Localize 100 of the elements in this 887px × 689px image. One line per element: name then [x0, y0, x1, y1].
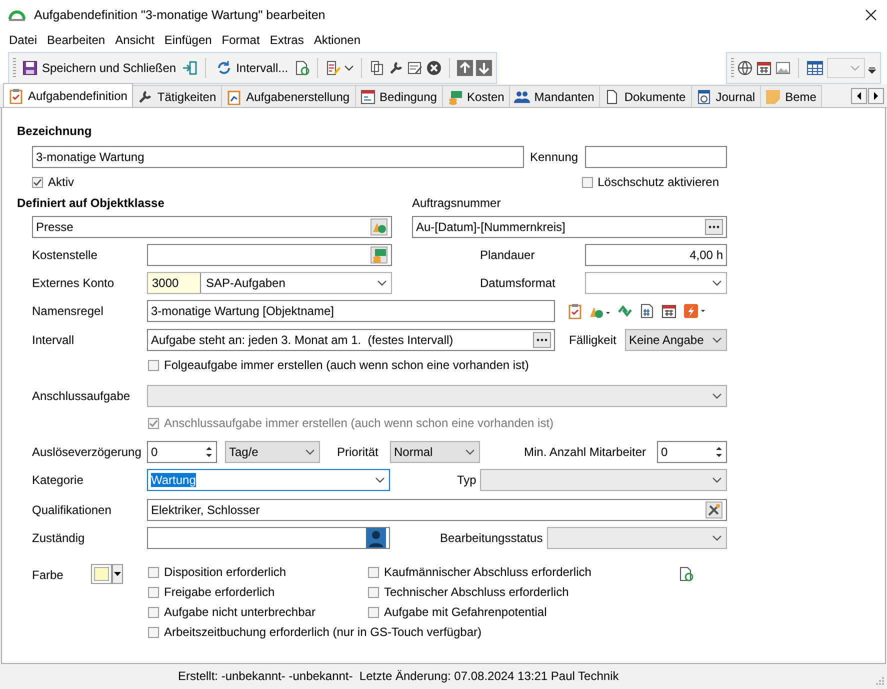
globe-icon[interactable]	[737, 60, 753, 76]
option-checkbox[interactable]: Disposition erforderlich	[148, 562, 368, 582]
close-icon[interactable]	[863, 7, 879, 23]
field-label: Bearbeitungsstatus	[440, 531, 544, 545]
image-icon[interactable]	[775, 60, 791, 76]
responsible-field[interactable]	[147, 527, 390, 549]
field-label: Datumsformat	[480, 276, 556, 290]
option-checkbox[interactable]: Aufgabe nicht unterbrechbar	[148, 602, 368, 622]
tab[interactable]: Aufgabendefinition	[3, 83, 134, 107]
clipboard-check-icon	[8, 88, 24, 104]
option-checkbox[interactable]: Technischer Abschluss erforderlich	[368, 582, 668, 602]
window-title: Aufgabendefinition "3-monatige Wartung" bearbeiten	[34, 8, 326, 22]
field-label: Intervall	[32, 333, 76, 347]
tab[interactable]: Bedingung	[354, 85, 443, 107]
cancel-icon[interactable]	[426, 60, 442, 76]
field-label: Farbe	[32, 568, 64, 584]
spin-arrows-icon[interactable]	[205, 446, 213, 458]
interval-button[interactable]: Intervall...	[213, 56, 292, 80]
lightning-icon[interactable]	[683, 303, 705, 319]
field-label: Kostenstelle	[32, 248, 98, 262]
numbered-document-icon[interactable]	[639, 303, 655, 319]
wrench-icon[interactable]	[388, 60, 404, 76]
delete-protection-checkbox[interactable]: Löschschutz aktivieren	[582, 175, 719, 189]
recycle-arrows-icon[interactable]	[617, 303, 633, 319]
field-label: Zuständig	[32, 531, 86, 545]
tab[interactable]: Dokumente	[599, 85, 692, 107]
category-dropdown[interactable]: Wartung	[147, 469, 390, 491]
field-label: Kategorie	[32, 473, 84, 487]
menu-item[interactable]: Datei	[4, 33, 42, 47]
document-refresh-icon[interactable]	[294, 60, 310, 76]
check-mark-icon	[149, 418, 158, 428]
menu-item[interactable]: Bearbeiten	[42, 33, 110, 47]
option-checkbox[interactable]: Arbeitszeitbuchung erforderlich (nur in GS-Touch verfügbar)	[148, 622, 668, 642]
priority-dropdown[interactable]: Normal	[390, 441, 480, 463]
naming-rule-field[interactable]: 3-monatige Wartung [Objektname]	[147, 300, 555, 322]
check-mark-icon	[33, 178, 42, 186]
spin-arrows-icon[interactable]	[715, 446, 723, 458]
planned-duration-field[interactable]: 4,00 h	[585, 244, 727, 266]
resize-grip-icon[interactable]	[874, 675, 885, 686]
clipboard-check-icon[interactable]	[567, 303, 583, 319]
menu-item[interactable]: Extras	[264, 33, 309, 47]
money-icon[interactable]	[370, 246, 388, 264]
caret-icon	[114, 572, 121, 576]
field-label: Priorität	[337, 445, 380, 459]
interval-field[interactable]: Aufgabe steht an: jeden 3. Monat am 1. (festes Intervall)	[147, 329, 555, 351]
tab[interactable]: Kosten	[442, 85, 510, 107]
document-refresh-icon[interactable]	[678, 566, 694, 582]
shapes-icon[interactable]	[370, 218, 388, 236]
id-field[interactable]	[585, 146, 727, 168]
object-class-field[interactable]: Presse	[32, 216, 392, 238]
clipboard-chart-icon	[226, 88, 242, 104]
field-label: Typ	[457, 473, 478, 487]
tab[interactable]: Journal	[690, 85, 762, 107]
option-checkbox[interactable]: Aufgabe mit Gefahrenpotential	[368, 602, 668, 622]
external-account-dropdown[interactable]: 3000 SAP-Aufgaben	[147, 272, 392, 294]
ellipsis-icon[interactable]	[533, 332, 551, 348]
person-icon[interactable]	[366, 528, 386, 548]
edit-form-icon[interactable]	[407, 60, 424, 76]
menu-item[interactable]: Aktionen	[308, 33, 366, 47]
tab[interactable]: Beme	[760, 85, 822, 107]
wrench-icon	[137, 88, 154, 104]
up-arrow-icon[interactable]	[457, 60, 474, 76]
tab[interactable]: Aufgabenerstellung	[221, 85, 356, 107]
journal-icon	[696, 88, 712, 104]
option-checkbox[interactable]: Kaufmännischer Abschluss erforderlich	[368, 562, 668, 582]
edit-document-icon[interactable]	[325, 60, 342, 76]
calendar-icon[interactable]	[756, 60, 772, 76]
section-label: Bezeichnung	[17, 124, 93, 138]
cost-center-field[interactable]	[147, 244, 392, 266]
copy-document-icon[interactable]	[369, 60, 386, 76]
qualifications-field[interactable]: Elektriker, Schlosser	[147, 499, 727, 521]
field-label: Auftragsnummer	[412, 196, 502, 210]
menu-item[interactable]: Einfügen	[159, 33, 217, 47]
calendar-icon[interactable]	[661, 303, 677, 319]
caret-icon[interactable]	[344, 62, 354, 72]
field-label: Qualifikationen	[32, 503, 112, 517]
color-dropdown-button[interactable]	[112, 564, 123, 584]
down-arrow-icon[interactable]	[476, 60, 492, 76]
refresh-icon	[216, 60, 232, 76]
scroll-left-button[interactable]	[851, 88, 867, 104]
menu-item[interactable]: Ansicht	[110, 33, 160, 47]
option-checkbox[interactable]: Freigabe erforderlich	[148, 582, 368, 602]
table-icon[interactable]	[806, 60, 824, 76]
follow-up-checkbox[interactable]: Folgeaufgabe immer erstellen (auch wenn schon eine vorhanden ist)	[148, 358, 529, 372]
save-and-close-button[interactable]: Speichern und Schließen	[19, 56, 180, 80]
active-checkbox[interactable]: Aktiv	[32, 175, 74, 189]
unit-dropdown[interactable]: Tag/e	[225, 441, 320, 463]
due-dropdown[interactable]: Keine Angabe	[625, 329, 727, 351]
name-field[interactable]: 3-monatige Wartung	[32, 146, 524, 168]
field-label: Fälligkeit	[569, 333, 618, 347]
section-label: Definiert auf Objektklasse	[17, 196, 166, 210]
ellipsis-icon[interactable]	[705, 219, 723, 235]
scroll-right-button[interactable]	[868, 88, 884, 104]
delay-spinbox[interactable]: 0	[147, 441, 217, 463]
field-label: Plandauer	[480, 248, 536, 262]
min-staff-spinbox[interactable]: 0	[657, 441, 727, 463]
field-label: Kennung	[530, 150, 580, 164]
menu-item[interactable]: Format	[216, 33, 265, 47]
exit-icon[interactable]	[182, 60, 198, 76]
order-number-field[interactable]: Au-[Datum]-[Nummernkreis]	[412, 216, 727, 238]
